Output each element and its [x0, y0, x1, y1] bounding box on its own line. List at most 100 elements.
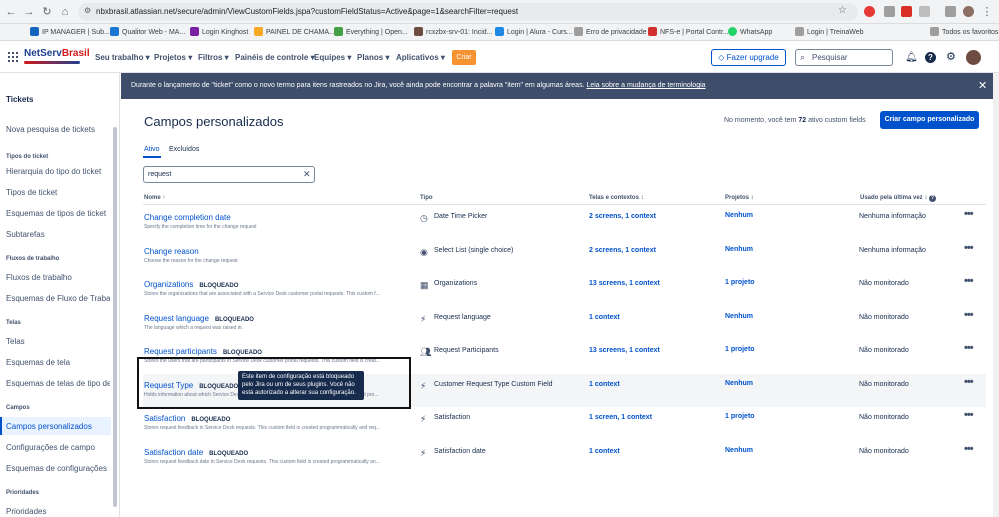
field-name-link[interactable]: Request participants BLOQUEADO — [144, 347, 262, 356]
site-info-icon[interactable]: ⚙ — [84, 6, 91, 15]
extension-icon[interactable] — [884, 6, 895, 17]
bookmark-item[interactable]: Erro de privacidade — [574, 27, 647, 36]
more-actions-icon[interactable]: ••• — [964, 309, 974, 321]
column-header-last-used[interactable]: Usado pela última vez ↕ ? — [860, 195, 937, 202]
column-header-projects[interactable]: Projetos ↕ — [725, 195, 754, 201]
menu-equipes[interactable]: Equipes ▾ — [314, 53, 351, 62]
field-name-link[interactable]: Satisfaction BLOQUEADO — [144, 414, 230, 423]
screens-contexts-link[interactable]: 1 context — [589, 448, 620, 455]
projects-link[interactable]: Nenhum — [725, 212, 753, 219]
field-name-link[interactable]: Satisfaction date BLOQUEADO — [144, 448, 248, 457]
bookmark-item[interactable]: Login | TreinaWeb — [795, 27, 864, 36]
upgrade-button[interactable]: ◇ Fazer upgrade — [711, 49, 786, 66]
sidebar-item[interactable]: Esquemas de tipos de ticket — [6, 209, 110, 218]
sidebar-item[interactable]: Nova pesquisa de tickets — [6, 125, 110, 134]
tab-ativo[interactable]: Ativo — [144, 146, 160, 153]
sidebar-item[interactable]: Fluxos de trabalho — [6, 273, 110, 282]
menu-paineis[interactable]: Painéis de controle ▾ — [235, 53, 315, 62]
reload-icon[interactable]: ↻ — [40, 5, 54, 19]
projects-link[interactable]: Nenhum — [725, 313, 753, 320]
clear-icon[interactable]: ✕ — [303, 169, 311, 180]
bookmark-item[interactable]: WhatsApp — [728, 27, 772, 36]
bookmark-item[interactable]: Everything | Open... — [334, 27, 408, 36]
downloads-icon[interactable] — [945, 6, 956, 17]
projects-link[interactable]: 1 projeto — [725, 279, 755, 286]
projects-link[interactable]: Nenhum — [725, 447, 753, 454]
menu-planos[interactable]: Planos ▾ — [357, 53, 389, 62]
column-header-name[interactable]: Nome ↑ — [144, 195, 165, 201]
browser-menu-icon[interactable]: ⋮ — [980, 5, 994, 19]
sidebar-item[interactable]: Tipos de ticket — [6, 188, 110, 197]
projects-link[interactable]: Nenhum — [725, 380, 753, 387]
menu-seu-trabalho[interactable]: Seu trabalho ▾ — [95, 53, 150, 62]
more-actions-icon[interactable]: ••• — [964, 409, 974, 421]
screens-contexts-link[interactable]: 2 screens, 1 context — [589, 247, 656, 254]
extensions-puzzle-icon[interactable] — [919, 6, 930, 17]
screens-contexts-link[interactable]: 2 screens, 1 context — [589, 213, 656, 220]
home-icon[interactable]: ⌂ — [58, 5, 72, 19]
sidebar-scrollbar[interactable] — [113, 127, 117, 507]
screens-contexts-link[interactable]: 13 screens, 1 context — [589, 280, 660, 287]
bookmark-item[interactable]: IP MANAGER | Sub... — [30, 27, 110, 36]
more-actions-icon[interactable]: ••• — [964, 376, 974, 388]
back-icon[interactable]: ← — [4, 5, 18, 19]
create-button[interactable]: Criar — [452, 50, 476, 65]
sidebar-item[interactable]: Esquemas de Fluxo de Trabal... — [6, 294, 110, 303]
user-avatar[interactable] — [966, 50, 981, 65]
menu-filtros[interactable]: Filtros ▾ — [198, 53, 229, 62]
projects-link[interactable]: 1 projeto — [725, 413, 755, 420]
more-actions-icon[interactable]: ••• — [964, 342, 974, 354]
screens-contexts-link[interactable]: 1 screen, 1 context — [589, 414, 652, 421]
forward-icon[interactable]: → — [22, 5, 36, 19]
projects-link[interactable]: Nenhum — [725, 246, 753, 253]
sidebar-item[interactable]: Campos personalizados — [6, 422, 110, 431]
profile-avatar[interactable] — [963, 6, 974, 17]
sidebar-item[interactable]: Esquemas de telas de tipo de... — [6, 379, 110, 388]
settings-gear-icon[interactable]: ⚙ — [946, 52, 957, 63]
extension-icon[interactable] — [864, 6, 875, 17]
address-bar[interactable]: ⚙ nbxbrasil.atlassian.net/secure/admin/V… — [78, 3, 858, 21]
more-actions-icon[interactable]: ••• — [964, 208, 974, 220]
extension-icon[interactable] — [901, 6, 912, 17]
bookmark-item[interactable]: PAINEL DE CHAMA... — [254, 27, 335, 36]
more-actions-icon[interactable]: ••• — [964, 443, 974, 455]
sidebar-item[interactable]: Esquemas de configurações ... — [6, 464, 110, 473]
screens-contexts-link[interactable]: 1 context — [589, 381, 620, 388]
field-name-link[interactable]: Change completion date — [144, 213, 231, 222]
all-bookmarks[interactable]: Todos os favoritos — [930, 27, 998, 36]
create-custom-field-button[interactable]: Criar campo personalizado — [880, 111, 979, 129]
sidebar-item[interactable]: Subtarefas — [6, 230, 110, 239]
menu-aplicativos[interactable]: Aplicativos ▾ — [396, 53, 445, 62]
bookmark-star-icon[interactable]: ☆ — [838, 5, 847, 16]
bookmark-item[interactable]: Qualitor Web - MA... — [110, 27, 185, 36]
help-icon[interactable]: ? — [925, 52, 936, 63]
netserv-logo[interactable]: NetServBrasil — [24, 48, 90, 66]
bookmark-item[interactable]: Login Kinghost — [190, 27, 248, 36]
field-name-link[interactable]: Request language BLOQUEADO — [144, 314, 254, 323]
sidebar-item[interactable]: Prioridades — [6, 507, 110, 516]
bookmark-item[interactable]: rcxzbx-srv-01: Incid... — [414, 27, 493, 36]
app-switcher-icon[interactable] — [8, 52, 18, 62]
tab-excluidos[interactable]: Excluídos — [169, 146, 199, 153]
field-name-link[interactable]: Change reason — [144, 247, 199, 256]
screens-contexts-link[interactable]: 1 context — [589, 314, 620, 321]
filter-input[interactable]: request ✕ — [143, 166, 315, 183]
column-header-screens[interactable]: Telas e contextos ↕ — [589, 195, 644, 201]
search-input[interactable]: ⌕ Pesquisar — [795, 49, 893, 66]
banner-link[interactable]: Leia sobre a mudança de terminologia — [586, 82, 705, 89]
bookmark-item[interactable]: NFS-e | Portal Contr... — [648, 27, 729, 36]
more-actions-icon[interactable]: ••• — [964, 275, 974, 287]
notifications-icon[interactable]: 🔔︎ — [905, 52, 918, 63]
sidebar-item[interactable]: Telas — [6, 337, 110, 346]
sidebar-item[interactable]: Configurações de campo — [6, 443, 110, 452]
page-scrollbar[interactable] — [993, 73, 999, 517]
field-name-link[interactable]: Organizations BLOQUEADO — [144, 280, 238, 289]
projects-link[interactable]: 1 projeto — [725, 346, 755, 353]
sidebar-item[interactable]: Hierarquia do tipo do ticket — [6, 167, 110, 176]
screens-contexts-link[interactable]: 13 screens, 1 context — [589, 347, 660, 354]
menu-projetos[interactable]: Projetos ▾ — [154, 53, 192, 62]
close-icon[interactable]: ✕ — [978, 79, 987, 92]
sidebar-item[interactable]: Esquemas de tela — [6, 358, 110, 367]
bookmark-item[interactable]: Login | Alura - Curs... — [495, 27, 573, 36]
info-icon[interactable]: ? — [929, 195, 937, 202]
